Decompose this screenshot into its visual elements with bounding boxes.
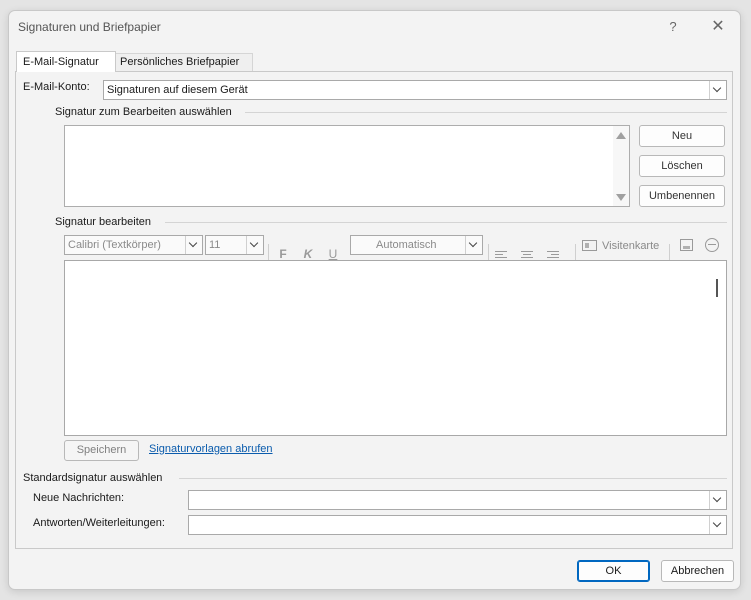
replies-forwards-select[interactable] — [188, 515, 727, 535]
tab-email-signature[interactable]: E-Mail-Signatur — [16, 51, 116, 72]
text-cursor — [716, 279, 718, 297]
title-bar: Signaturen und Briefpapier ? ✕ — [9, 11, 740, 43]
save-button[interactable]: Speichern — [64, 440, 139, 461]
business-card-icon — [582, 240, 597, 251]
insert-picture-icon[interactable] — [680, 239, 693, 251]
scroll-up-icon[interactable] — [616, 132, 626, 139]
font-family-value: Calibri (Textkörper) — [68, 239, 161, 251]
tab-personal-stationery-label: Persönliches Briefpapier — [120, 56, 240, 68]
help-button[interactable]: ? — [659, 16, 687, 38]
separator — [245, 112, 727, 113]
close-icon[interactable]: ✕ — [704, 16, 732, 38]
font-family-select[interactable]: Calibri (Textkörper) — [64, 235, 203, 255]
new-signature-button[interactable]: Neu — [639, 125, 725, 147]
ok-button[interactable]: OK — [577, 560, 650, 582]
chevron-down-icon — [709, 491, 726, 509]
chevron-down-icon — [709, 516, 726, 534]
scroll-down-icon[interactable] — [616, 194, 626, 201]
chevron-down-icon — [246, 236, 263, 254]
italic-button[interactable]: K — [301, 247, 315, 261]
font-color-value: Automatisch — [376, 239, 437, 251]
underline-button[interactable]: U — [326, 247, 340, 261]
replies-forwards-label: Antworten/Weiterleitungen: — [33, 517, 165, 529]
account-select[interactable]: Signaturen auf diesem Gerät — [103, 80, 727, 100]
signatures-dialog: Signaturen und Briefpapier ? ✕ E-Mail-Si… — [8, 10, 741, 590]
insert-link-icon[interactable] — [705, 238, 719, 252]
business-card-button[interactable]: Visitenkarte — [602, 240, 659, 252]
font-size-value: 11 — [209, 239, 221, 251]
new-messages-select[interactable] — [188, 490, 727, 510]
delete-signature-button[interactable]: Löschen — [639, 155, 725, 177]
edit-signature-heading: Signatur bearbeiten — [55, 216, 152, 228]
select-signature-heading: Signatur zum Bearbeiten auswählen — [55, 106, 232, 118]
window-title: Signaturen und Briefpapier — [18, 20, 161, 34]
signature-list[interactable] — [64, 125, 630, 207]
rename-signature-button[interactable]: Umbenennen — [639, 185, 725, 207]
chevron-down-icon — [709, 81, 726, 99]
font-size-select[interactable]: 11 — [205, 235, 264, 255]
account-label: E-Mail-Konto: — [23, 81, 90, 93]
signature-templates-link[interactable]: Signaturvorlagen abrufen — [149, 443, 273, 455]
chevron-down-icon — [185, 236, 202, 254]
signature-list-scrollbar[interactable] — [613, 126, 629, 206]
tab-email-signature-label: E-Mail-Signatur — [23, 56, 99, 68]
signature-editor[interactable] — [64, 260, 727, 436]
separator — [179, 478, 727, 479]
cancel-button[interactable]: Abbrechen — [661, 560, 734, 582]
new-messages-label: Neue Nachrichten: — [33, 492, 125, 504]
separator — [165, 222, 727, 223]
bold-button[interactable]: F — [276, 247, 290, 261]
font-color-select[interactable]: Automatisch — [350, 235, 483, 255]
default-signature-heading: Standardsignatur auswählen — [23, 472, 163, 484]
account-select-value: Signaturen auf diesem Gerät — [107, 84, 248, 96]
tab-personal-stationery[interactable]: Persönliches Briefpapier — [113, 53, 253, 71]
chevron-down-icon — [465, 236, 482, 254]
